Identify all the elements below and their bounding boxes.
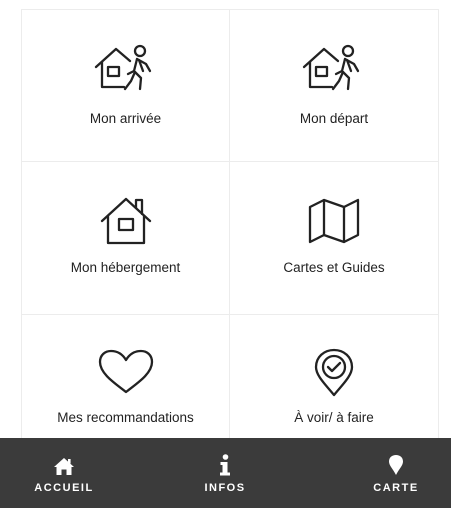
tile-mon-hebergement[interactable]: Mon hébergement [21, 162, 230, 315]
nav-label: INFOS [204, 482, 246, 494]
tile-label: Mon départ [299, 111, 369, 126]
nav-infos[interactable]: INFOS [190, 438, 260, 508]
tile-label: À voir/ à faire [294, 410, 374, 425]
tile-label: Cartes et Guides [283, 260, 385, 275]
info-icon [220, 454, 230, 476]
tile-mes-recommandations[interactable]: Mes recommandations [21, 315, 230, 439]
menu-grid: Mon arrivée Mon départ Mon hébergement C… [21, 9, 439, 439]
tile-mon-depart[interactable]: Mon départ [230, 9, 439, 162]
tile-label: Mes recommandations [57, 410, 194, 425]
nav-label: ACCUEIL [34, 482, 94, 494]
house-walking-person-icon [94, 44, 151, 91]
nav-accueil[interactable]: ACCUEIL [28, 438, 100, 508]
map-pin-check-icon [314, 348, 354, 397]
nav-carte[interactable]: CARTE [360, 438, 432, 508]
house-icon [100, 197, 151, 245]
map-marker-icon [389, 455, 403, 475]
folded-map-icon [308, 198, 360, 244]
heart-icon [98, 349, 153, 394]
tile-label: Mon hébergement [70, 260, 181, 275]
house-walking-person-icon [302, 44, 360, 91]
tile-label: Mon arrivée [89, 111, 162, 126]
bottom-navigation-bar: ACCUEIL INFOS CARTE [0, 438, 451, 508]
tile-a-voir-a-faire[interactable]: À voir/ à faire [230, 315, 439, 439]
nav-label: CARTE [373, 482, 419, 494]
tile-cartes-et-guides[interactable]: Cartes et Guides [230, 162, 439, 315]
home-icon [54, 458, 74, 475]
tile-mon-arrivee[interactable]: Mon arrivée [21, 9, 230, 162]
